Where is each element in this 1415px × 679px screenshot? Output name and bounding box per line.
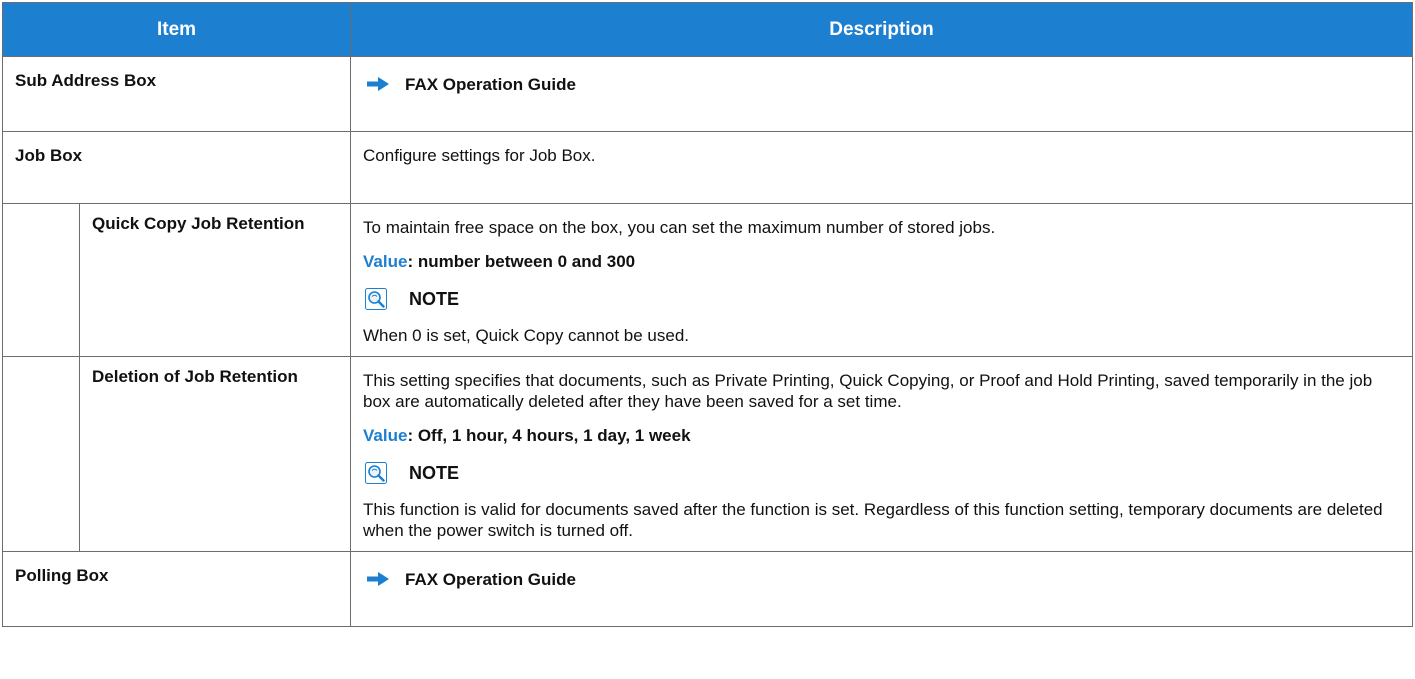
item-job-box: Job Box [1, 131, 352, 204]
description-deletion: This setting specifies that documents, s… [350, 356, 1414, 552]
indent-spacer [2, 356, 80, 552]
table-row: Quick Copy Job Retention To maintain fre… [2, 203, 1414, 357]
header-item: Item [1, 2, 352, 57]
value-line: Value: Off, 1 hour, 4 hours, 1 day, 1 we… [363, 425, 1400, 446]
indent-spacer [2, 203, 80, 357]
description-polling-box: FAX Operation Guide [350, 551, 1414, 627]
description-job-box: Configure settings for Job Box. [350, 131, 1414, 204]
note-text: This function is valid for documents sav… [363, 500, 1383, 540]
reference-label: FAX Operation Guide [405, 569, 576, 589]
table-header-row: Item Description [1, 2, 1414, 57]
value-text: : number between 0 and 300 [407, 252, 636, 271]
value-line: Value: number between 0 and 300 [363, 251, 1400, 272]
description-text: To maintain free space on the box, you c… [363, 218, 996, 237]
note-magnifier-icon [365, 288, 388, 310]
item-polling-box: Polling Box [1, 551, 352, 627]
table-row: Sub Address Box FAX Operation Guide [1, 56, 1414, 132]
value-label: Value [363, 426, 408, 445]
description-sub-address-box: FAX Operation Guide [350, 56, 1414, 132]
note-heading: NOTE [363, 462, 1400, 484]
table-row: Job Box Configure settings for Job Box. [1, 131, 1414, 204]
reference-link[interactable]: FAX Operation Guide [363, 569, 1400, 589]
header-description: Description [350, 2, 1414, 57]
reference-label: FAX Operation Guide [405, 74, 576, 94]
settings-table: Item Description Sub Address Box FAX Ope… [1, 2, 1414, 627]
note-text: When 0 is set, Quick Copy cannot be used… [363, 326, 690, 345]
description-quick-copy: To maintain free space on the box, you c… [350, 203, 1414, 357]
note-magnifier-icon [365, 462, 388, 484]
reference-link[interactable]: FAX Operation Guide [363, 74, 1400, 94]
note-heading: NOTE [363, 288, 1400, 310]
table-row: Polling Box FAX Operation Guide [1, 551, 1414, 627]
value-label: Value [363, 252, 408, 271]
item-deletion-of-job-retention: Deletion of Job Retention [78, 356, 352, 552]
note-title: NOTE [409, 288, 460, 309]
arrow-right-icon [367, 572, 390, 586]
item-sub-address-box: Sub Address Box [1, 56, 352, 132]
item-quick-copy-job-retention: Quick Copy Job Retention [78, 203, 352, 357]
table-row: Deletion of Job Retention This setting s… [2, 356, 1414, 552]
value-text: : Off, 1 hour, 4 hours, 1 day, 1 week [407, 426, 691, 445]
description-text: This setting specifies that documents, s… [363, 371, 1373, 411]
note-title: NOTE [409, 462, 460, 483]
arrow-right-icon [367, 77, 390, 91]
